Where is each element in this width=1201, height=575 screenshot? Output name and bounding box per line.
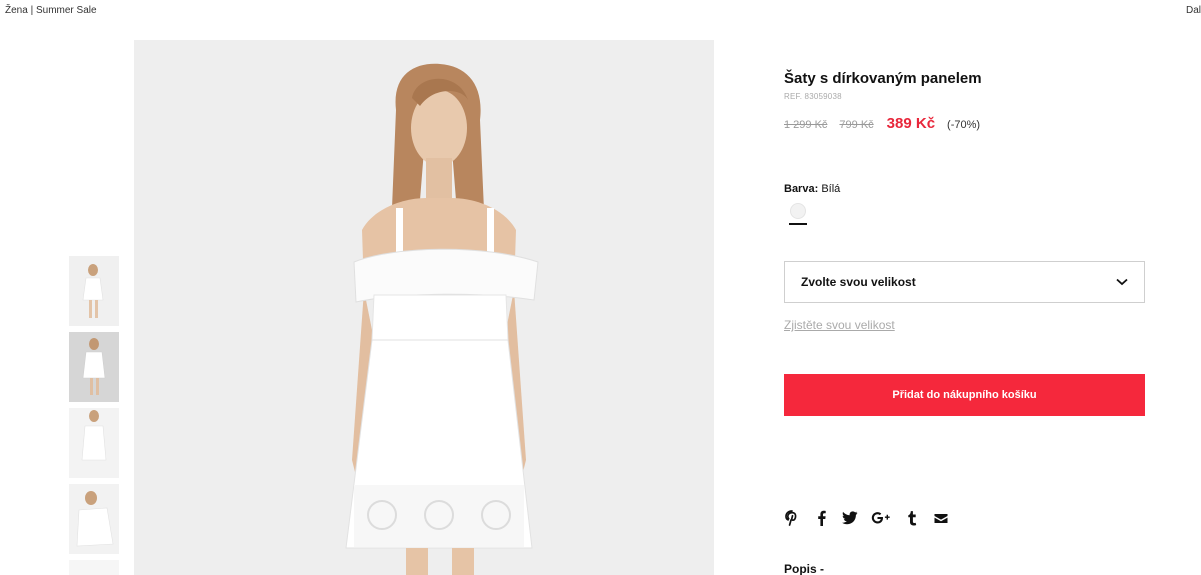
google-plus-icon[interactable] <box>871 510 891 526</box>
thumbnail-5[interactable] <box>69 560 119 575</box>
product-title: Šaty s dírkovaným panelem <box>784 70 982 87</box>
color-swatch-white[interactable] <box>790 203 806 219</box>
color-label: Barva: <box>784 183 819 195</box>
breadcrumb-summer-sale[interactable]: Summer Sale <box>36 5 97 16</box>
product-ref: REF. 83059038 <box>784 92 842 101</box>
previous-price: 799 Kč <box>839 119 874 131</box>
chevron-down-icon <box>1116 275 1128 289</box>
facebook-icon[interactable] <box>813 510 829 526</box>
color-selector: Barva: Bílá <box>784 183 1146 225</box>
size-guide-link[interactable]: Zjistěte svou velikost <box>784 318 1146 332</box>
breadcrumb-zena[interactable]: Žena <box>5 5 28 16</box>
thumbnail-4[interactable] <box>69 484 119 554</box>
add-to-cart-button[interactable]: Přidat do nákupního košíku <box>784 374 1145 416</box>
pinterest-icon[interactable] <box>784 510 800 526</box>
share-icons <box>784 510 962 526</box>
product-main-image[interactable] <box>134 40 714 575</box>
color-value: Bílá <box>821 183 841 195</box>
breadcrumb-separator: | <box>30 5 34 16</box>
discount-badge: (-70%) <box>947 119 981 131</box>
description-toggle[interactable]: Popis - <box>784 562 824 575</box>
twitter-icon[interactable] <box>842 510 858 526</box>
thumbnail-1[interactable] <box>69 256 119 326</box>
original-price: 1 299 Kč <box>784 119 828 131</box>
email-icon[interactable] <box>933 510 949 526</box>
next-product-link[interactable]: Dal <box>1186 5 1201 16</box>
tumblr-icon[interactable] <box>904 510 920 526</box>
selected-swatch-indicator <box>789 223 807 225</box>
thumbnail-2[interactable] <box>69 332 119 402</box>
breadcrumb: Žena | Summer Sale <box>5 5 97 16</box>
size-dropdown[interactable]: Zvolte svou velikost <box>784 261 1145 303</box>
size-dropdown-label: Zvolte svou velikost <box>801 275 916 289</box>
product-info: Šaty s dírkovaným panelem REF. 83059038 … <box>784 70 1146 416</box>
thumbnail-3[interactable] <box>69 408 119 478</box>
sale-price: 389 Kč <box>886 115 936 132</box>
price-row: 1 299 Kč 799 Kč 389 Kč (-70%) <box>784 115 1146 132</box>
thumbnail-strip <box>69 256 119 575</box>
